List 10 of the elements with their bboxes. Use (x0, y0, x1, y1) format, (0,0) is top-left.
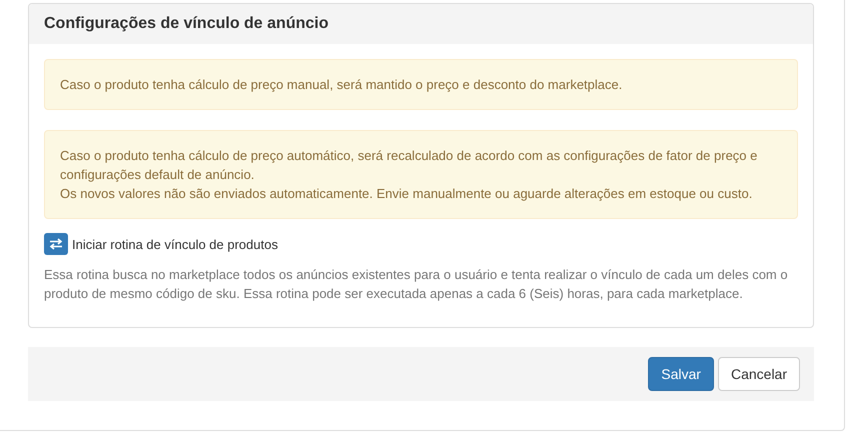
swap-arrows-icon (49, 238, 63, 250)
alert-text: Os novos valores não são enviados automaticamente. Envie manualmente ou aguarde alterações em estoque ou custo. (60, 185, 754, 203)
swap-button[interactable] (44, 233, 68, 255)
save-button[interactable]: Salvar (648, 357, 714, 391)
alert-text: Caso o produto tenha cálculo de preço automático, será recalculado de acordo com as configurações de fator de preço e configurações default de anúncio. (60, 147, 758, 184)
panel-title: Configurações de vínculo de anúncio (44, 15, 328, 33)
description-text: Essa rotina busca no marketplace todos os anúncios existentes para o usuário e tenta realizar o vínculo de cada um deles com o produto de mesmo código de sku. Essa rotina pode ser executada apenas a cada 6 (Seis) horas, para cada marketplace. (44, 266, 789, 303)
cancel-button[interactable]: Cancelar (718, 357, 800, 391)
action-label[interactable]: Iniciar rotina de vínculo de produtos (72, 236, 278, 252)
alert-text: Caso o produto tenha cálculo de preço manual, será mantido o preço e desconto do marketplace. (60, 76, 624, 94)
